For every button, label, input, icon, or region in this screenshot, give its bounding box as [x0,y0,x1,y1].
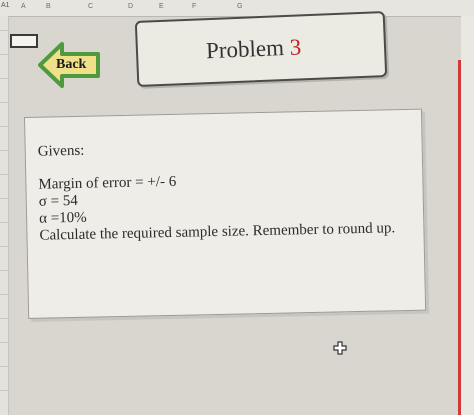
column-header-d[interactable]: D [128,3,133,10]
page-break-line [458,60,461,415]
back-button[interactable]: Back [38,40,100,90]
column-header-e[interactable]: E [159,3,164,10]
problem-title-box: Problem 3 [134,11,388,87]
right-edge-strip [461,16,474,415]
problem-number: 3 [289,34,302,60]
plus-cursor-icon [333,341,347,355]
column-header-g[interactable]: G [237,3,242,10]
name-box[interactable]: A1 [1,2,23,12]
selected-cell[interactable] [10,34,38,48]
column-header-b[interactable]: B [46,3,51,10]
title-prefix: Problem [205,34,291,64]
column-header-a[interactable]: A [21,3,26,10]
back-button-label: Back [56,57,87,72]
column-header-c[interactable]: C [88,3,93,10]
problem-content-box: Givens: Margin of error = +/- 6 σ = 54 α… [24,108,427,319]
column-header-f[interactable]: F [192,3,196,10]
page-title: Problem 3 [206,34,302,64]
row-header-bar [0,16,9,415]
column-header-bar: A1 A B C D E F G [0,0,474,17]
